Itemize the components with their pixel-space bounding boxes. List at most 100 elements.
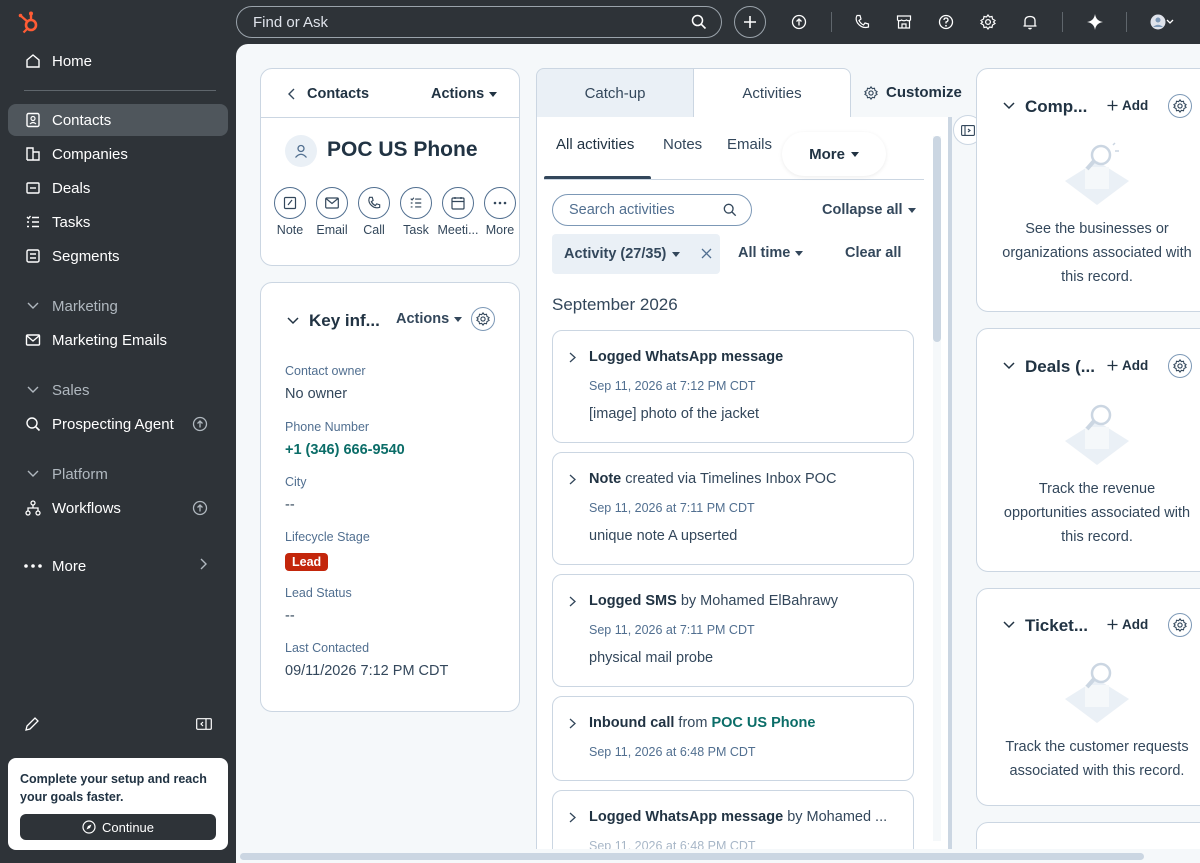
customize-button[interactable]: Customize — [864, 84, 962, 101]
activity-search-input[interactable]: Search activities — [552, 194, 752, 226]
card-empty-text: Track the customer requests associated w… — [1005, 739, 1189, 779]
key-info-toggle[interactable]: Key inf... — [287, 311, 380, 331]
sidebar-item-workflows[interactable]: Workflows — [8, 492, 228, 524]
meeting-action[interactable]: Meeti... — [437, 187, 479, 237]
chevron-down-icon[interactable] — [1003, 621, 1015, 629]
sidebar-item-contacts[interactable]: Contacts — [8, 104, 228, 136]
activity-filter-chip[interactable]: Activity (27/35) — [552, 234, 720, 274]
sidebar-section-platform[interactable]: Platform — [8, 460, 228, 488]
notification-bell-icon[interactable] — [1018, 10, 1042, 34]
contact-owner-value[interactable]: No owner — [285, 386, 347, 402]
phone-icon[interactable] — [850, 10, 874, 34]
topbar-divider — [831, 12, 832, 32]
chevron-down-icon — [24, 302, 42, 310]
upgrade-icon[interactable] — [787, 10, 811, 34]
workflow-icon — [24, 499, 42, 517]
add-button[interactable]: Add — [1107, 98, 1148, 113]
upgrade-icon[interactable] — [192, 500, 208, 516]
continue-button[interactable]: Continue — [20, 814, 216, 840]
upgrade-icon[interactable] — [192, 416, 208, 432]
chevron-down-icon[interactable] — [1003, 362, 1015, 370]
settings-gear-icon[interactable] — [976, 10, 1000, 34]
sidebar-item-marketing-emails[interactable]: Marketing Emails — [8, 324, 228, 356]
global-search-input[interactable]: Find or Ask — [236, 6, 722, 38]
lead-status-value[interactable]: -- — [285, 608, 295, 624]
key-info-actions-dropdown[interactable]: Actions — [396, 311, 463, 327]
hubspot-logo[interactable] — [16, 10, 42, 36]
sidebar-item-home[interactable]: Home — [8, 45, 228, 77]
subtab-emails[interactable]: Emails — [727, 136, 772, 153]
chevron-right-icon[interactable] — [569, 474, 576, 485]
top-bar: Find or Ask — [236, 0, 1200, 44]
sidebar-item-more[interactable]: More — [8, 550, 228, 582]
sidebar-section-sales[interactable]: Sales — [8, 376, 228, 404]
scrollbar-thumb[interactable] — [240, 853, 1144, 860]
add-button[interactable]: Add — [1107, 358, 1148, 373]
chevron-right-icon[interactable] — [569, 718, 576, 729]
sidebar-item-deals[interactable]: Deals — [8, 172, 228, 204]
activity-body: [image] photo of the jacket — [589, 406, 760, 422]
activity-card[interactable]: Inbound call from POC US Phone Sep 11, 2… — [552, 696, 914, 781]
sidebar-item-tasks[interactable]: Tasks — [8, 206, 228, 238]
settings-gear-icon — [864, 85, 878, 100]
activity-title: Logged WhatsApp message by Mohamed ... — [589, 809, 888, 825]
city-value[interactable]: -- — [285, 497, 295, 513]
sidebar-item-companies[interactable]: Companies — [8, 138, 228, 170]
plus-icon — [1107, 619, 1118, 630]
subtab-more-dropdown[interactable]: More — [782, 132, 886, 176]
tab-catchup[interactable]: Catch-up — [536, 68, 694, 118]
close-icon[interactable] — [701, 248, 712, 259]
marketplace-icon[interactable] — [892, 10, 916, 34]
activity-card[interactable]: Logged SMS by Mohamed ElBahrawy Sep 11, … — [552, 574, 914, 687]
time-filter-dropdown[interactable]: All time — [738, 245, 804, 261]
field-label: Contact owner — [285, 364, 366, 378]
setup-card: Complete your setup and reach your goals… — [8, 758, 228, 850]
chevron-right-icon[interactable] — [569, 352, 576, 363]
scrollbar-thumb[interactable] — [933, 136, 941, 342]
chevron-down-icon — [287, 317, 299, 325]
collapse-sidebar-icon[interactable] — [196, 718, 212, 730]
ai-sparkle-icon[interactable] — [1083, 10, 1107, 34]
activity-card[interactable]: Logged WhatsApp message Sep 11, 2026 at … — [552, 330, 914, 443]
settings-gear-icon[interactable] — [1168, 94, 1192, 118]
settings-gear-icon[interactable] — [1168, 613, 1192, 637]
topbar-divider — [1062, 12, 1063, 32]
user-avatar[interactable] — [1148, 10, 1176, 34]
sidebar-item-segments[interactable]: Segments — [8, 240, 228, 272]
activity-card[interactable]: Note created via Timelines Inbox POC Sep… — [552, 452, 914, 565]
note-action[interactable]: Note — [269, 187, 311, 237]
create-plus-icon[interactable] — [734, 6, 766, 38]
subtab-notes[interactable]: Notes — [663, 136, 702, 153]
collapse-all-dropdown[interactable]: Collapse all — [822, 202, 916, 218]
back-to-contacts-link[interactable]: Contacts — [287, 86, 369, 102]
record-actions-dropdown[interactable]: Actions — [431, 86, 498, 102]
field-label: Lead Status — [285, 586, 352, 600]
tab-activities[interactable]: Activities — [693, 68, 851, 118]
chevron-right-icon[interactable] — [569, 812, 576, 823]
email-action[interactable]: Email — [311, 187, 353, 237]
lifecycle-stage-badge[interactable]: Lead — [285, 553, 329, 571]
more-action[interactable]: More — [479, 187, 521, 237]
pencil-icon[interactable] — [24, 716, 40, 732]
companies-card: Comp... Add See the businesses or organi… — [976, 68, 1200, 312]
add-button[interactable]: Add — [1107, 617, 1148, 632]
contact-link[interactable]: POC US Phone — [711, 715, 815, 731]
settings-gear-icon[interactable] — [471, 307, 495, 331]
card-empty-text: See the businesses or organizations asso… — [1002, 221, 1192, 285]
phone-number-link[interactable]: +1 (346) 666-9540 — [285, 442, 405, 458]
task-action[interactable]: Task — [395, 187, 437, 237]
settings-gear-icon[interactable] — [1168, 354, 1192, 378]
sidebar-section-marketing[interactable]: Marketing — [8, 292, 228, 320]
chevron-down-icon[interactable] — [1003, 102, 1015, 110]
help-icon[interactable] — [934, 10, 958, 34]
chevron-right-icon[interactable] — [569, 596, 576, 607]
vertical-scrollbar[interactable] — [933, 136, 941, 841]
clear-all-button[interactable]: Clear all — [845, 245, 901, 261]
panel-resizer[interactable] — [948, 117, 952, 852]
horizontal-scrollbar[interactable] — [236, 849, 1200, 863]
empty-state-magnifier-icon — [1057, 401, 1137, 467]
call-action[interactable]: Call — [353, 187, 395, 237]
caret-down-icon — [489, 91, 498, 97]
subtab-all-activities[interactable]: All activities — [556, 136, 634, 153]
sidebar-item-prospecting-agent[interactable]: Prospecting Agent — [8, 408, 228, 440]
